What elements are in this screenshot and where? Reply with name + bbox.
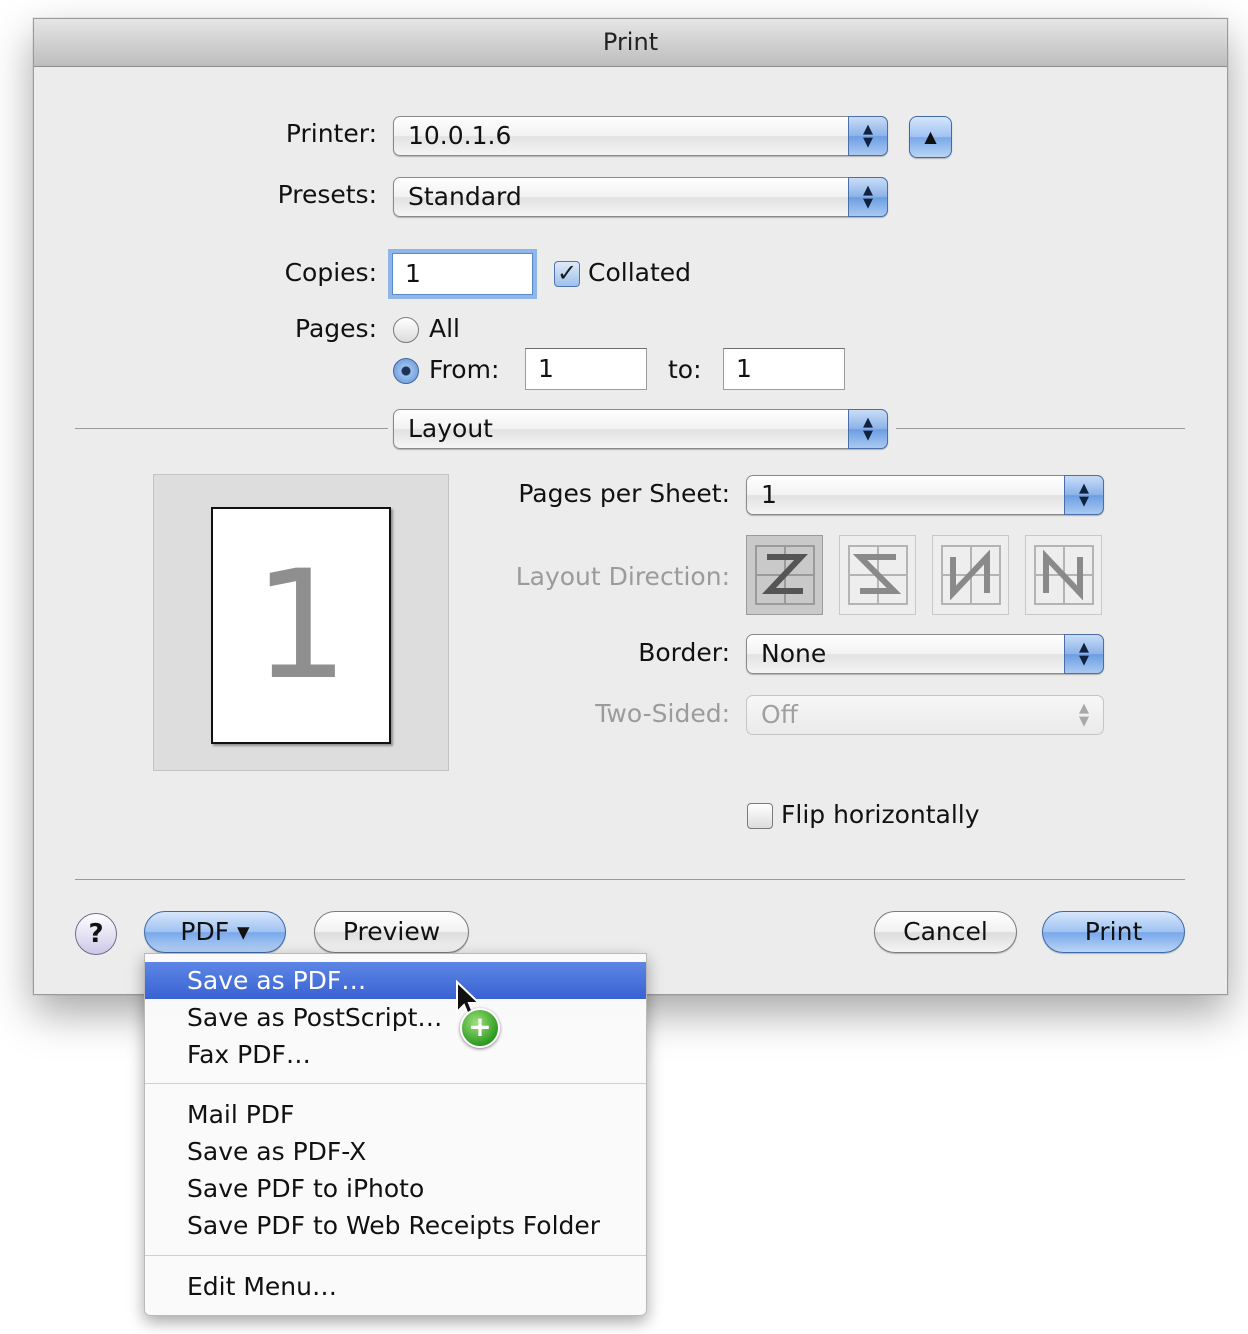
reverse-n-order-icon[interactable] — [932, 535, 1009, 615]
section-popup[interactable]: Layout ▲ ▼ — [393, 409, 888, 449]
help-button[interactable]: ? — [75, 913, 117, 955]
pages-from-label: From: — [429, 355, 500, 384]
menu-item-save-pdf-to-iphoto[interactable]: Save PDF to iPhoto — [145, 1170, 646, 1207]
triangle-up-icon: ▲ — [924, 127, 937, 146]
collated-label: Collated — [588, 258, 692, 287]
presets-popup[interactable]: Standard ▲ ▼ — [393, 177, 888, 217]
popup-arrows-icon: ▲ ▼ — [1079, 701, 1089, 729]
popup-arrows-icon: ▲ ▼ — [848, 409, 888, 449]
border-value: None — [761, 639, 827, 668]
section-value: Layout — [408, 414, 493, 443]
flip-horizontally-checkbox[interactable] — [747, 803, 773, 829]
disclosure-button[interactable]: ▲ — [909, 116, 952, 158]
collated-checkbox[interactable]: ✓ — [554, 261, 580, 287]
pages-label: Pages: — [295, 314, 377, 343]
preview-page: 1 — [211, 507, 391, 744]
menu-item-save-as-postscript[interactable]: Save as PostScript… — [145, 999, 646, 1036]
menu-item-save-as-pdf[interactable]: Save as PDF… — [145, 962, 646, 999]
pages-from-radio[interactable] — [393, 358, 419, 384]
popup-arrows-icon: ▲ ▼ — [1064, 475, 1104, 515]
two-sided-label: Two-Sided: — [595, 699, 730, 728]
pages-per-sheet-label: Pages per Sheet: — [518, 479, 730, 508]
layout-direction-label: Layout Direction: — [515, 562, 730, 591]
printer-popup[interactable]: 10.0.1.6 ▲ ▼ — [393, 116, 888, 156]
cancel-button[interactable]: Cancel — [874, 911, 1017, 953]
z-order-icon[interactable] — [746, 535, 823, 615]
pages-to-field[interactable]: 1 — [723, 348, 845, 390]
print-button[interactable]: Print — [1042, 911, 1185, 953]
pages-from-field[interactable]: 1 — [525, 348, 647, 390]
bottom-divider — [75, 879, 1185, 880]
copies-label: Copies: — [284, 258, 377, 287]
popup-arrows-icon: ▲ ▼ — [848, 177, 888, 217]
flip-horizontally-label: Flip horizontally — [781, 800, 980, 829]
border-popup[interactable]: None ▲ ▼ — [746, 634, 1104, 674]
two-sided-value: Off — [761, 700, 798, 729]
menu-item-edit-menu[interactable]: Edit Menu… — [145, 1268, 646, 1305]
menu-item-mail-pdf[interactable]: Mail PDF — [145, 1096, 646, 1133]
border-label: Border: — [638, 638, 730, 667]
s-order-icon[interactable] — [839, 535, 916, 615]
divider-right — [896, 428, 1185, 429]
window-title: Print — [34, 19, 1227, 67]
n-order-icon[interactable] — [1025, 535, 1102, 615]
presets-label: Presets: — [277, 180, 377, 209]
preview-button[interactable]: Preview — [314, 911, 469, 953]
menu-separator — [145, 1083, 646, 1084]
pages-per-sheet-value: 1 — [761, 480, 777, 509]
two-sided-popup: Off ▲ ▼ — [746, 695, 1104, 735]
printer-value: 10.0.1.6 — [408, 121, 512, 150]
print-dialog: Print Printer: 10.0.1.6 ▲ ▼ ▲ Presets: St… — [33, 18, 1228, 995]
pdf-menu-button[interactable]: PDF ▾ — [144, 911, 286, 953]
pdf-menu: Save as PDF… Save as PostScript… Fax PDF… — [144, 953, 647, 1316]
popup-arrows-icon: ▲ ▼ — [1064, 634, 1104, 674]
pages-all-label: All — [429, 314, 460, 343]
menu-separator — [145, 1255, 646, 1256]
presets-value: Standard — [408, 182, 522, 211]
pages-all-radio[interactable] — [393, 317, 419, 343]
question-mark-icon: ? — [88, 919, 104, 949]
pages-to-label: to: — [668, 355, 702, 384]
copies-field[interactable]: 1 — [392, 253, 533, 295]
menu-item-fax-pdf[interactable]: Fax PDF… — [145, 1036, 646, 1073]
copy-plus-badge-icon: + — [460, 1008, 500, 1048]
divider-left — [75, 428, 388, 429]
checkmark-icon: ✓ — [556, 259, 578, 287]
popup-arrows-icon: ▲ ▼ — [848, 116, 888, 156]
printer-label: Printer: — [285, 119, 377, 148]
menu-item-save-pdf-to-web-receipts[interactable]: Save PDF to Web Receipts Folder — [145, 1207, 646, 1244]
pages-per-sheet-popup[interactable]: 1 ▲ ▼ — [746, 475, 1104, 515]
menu-item-save-as-pdf-x[interactable]: Save as PDF-X — [145, 1133, 646, 1170]
layout-preview: 1 — [153, 474, 449, 771]
